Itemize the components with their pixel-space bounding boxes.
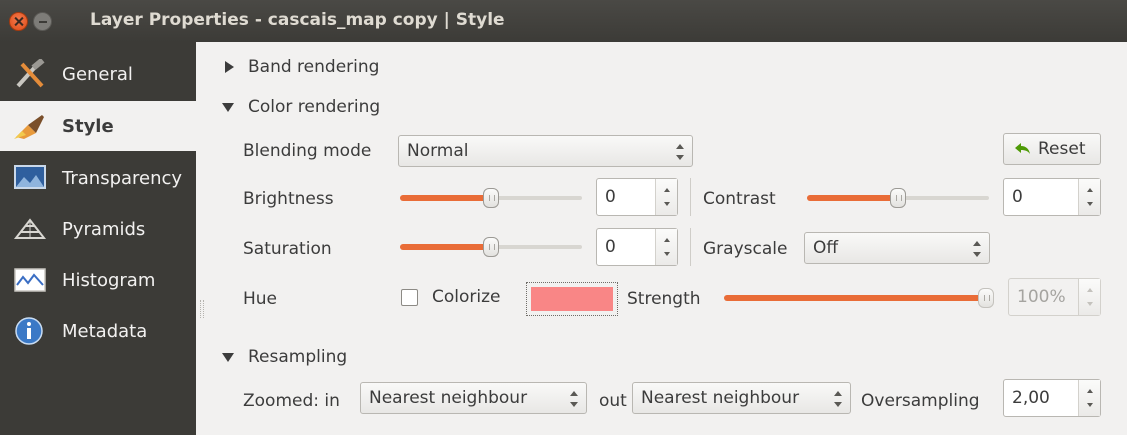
contrast-slider[interactable] [807, 188, 989, 208]
grayscale-value: Off [813, 238, 839, 258]
zoomed-in-value: Nearest neighbour [369, 388, 528, 408]
brightness-label: Brightness [243, 189, 334, 209]
zoomed-in-label: Zoomed: in [243, 391, 340, 411]
resampling-section-toggle[interactable]: Resampling [222, 347, 347, 367]
saturation-slider[interactable] [400, 237, 582, 257]
zoomed-in-resampling-select[interactable]: Nearest neighbour [360, 382, 587, 414]
oversampling-spinbox[interactable]: 2,00 [1003, 379, 1101, 417]
spin-arrows-icon[interactable] [1078, 179, 1100, 215]
oversampling-label: Oversampling [861, 391, 980, 411]
sidebar-item-histogram[interactable]: Histogram [0, 255, 196, 305]
colorize-label: Colorize [432, 287, 501, 307]
brightness-slider[interactable] [400, 188, 582, 208]
slider-fill [724, 295, 994, 301]
sidebar-item-label: Transparency [62, 167, 183, 189]
sidebar: General Style Transparency Pyramids Hist… [0, 42, 196, 435]
blending-mode-value: Normal [407, 141, 469, 161]
oversampling-value: 2,00 [1012, 388, 1050, 408]
blending-mode-select[interactable]: Normal [398, 135, 693, 167]
divider [690, 228, 691, 266]
strength-slider[interactable] [724, 288, 994, 308]
close-window-button[interactable] [9, 12, 28, 31]
transparency-icon [14, 165, 46, 189]
zoomed-out-label: out [599, 391, 627, 411]
collapse-arrow-icon [222, 352, 234, 362]
sidebar-item-label: Histogram [62, 269, 156, 291]
sidebar-item-general[interactable]: General [0, 49, 196, 99]
reset-button[interactable]: Reset [1003, 133, 1101, 165]
band-rendering-label: Band rendering [248, 57, 380, 77]
hue-label: Hue [243, 289, 278, 309]
select-arrows-icon [973, 241, 981, 257]
color-rendering-section-toggle[interactable]: Color rendering [222, 97, 380, 117]
slider-fill [400, 244, 491, 250]
grayscale-label: Grayscale [703, 239, 788, 259]
strength-label: Strength [627, 289, 701, 309]
slider-handle[interactable] [890, 188, 906, 208]
colorize-color-button[interactable] [526, 282, 618, 316]
spin-arrows-icon[interactable] [1078, 380, 1100, 416]
slider-handle[interactable] [483, 188, 499, 208]
contrast-label: Contrast [703, 189, 776, 209]
brightness-value: 0 [605, 187, 616, 207]
slider-fill [807, 195, 898, 201]
slider-handle[interactable] [483, 237, 499, 257]
strength-spinbox: 100% [1008, 278, 1101, 316]
sidebar-item-label: Style [62, 115, 114, 137]
sidebar-item-metadata[interactable]: Metadata [0, 306, 196, 356]
zoomed-out-value: Nearest neighbour [641, 388, 800, 408]
sidebar-item-label: General [62, 63, 133, 85]
spin-arrows-icon[interactable] [655, 229, 677, 265]
select-arrows-icon [834, 391, 842, 407]
spin-arrows-icon [1078, 279, 1100, 315]
pyramids-icon [13, 218, 47, 239]
sidebar-item-label: Metadata [62, 320, 148, 342]
resampling-label: Resampling [248, 347, 348, 367]
color-rendering-label: Color rendering [248, 97, 381, 117]
metadata-info-icon [15, 317, 43, 345]
colorize-checkbox[interactable] [401, 289, 418, 306]
saturation-label: Saturation [243, 239, 332, 259]
minimize-window-button[interactable] [33, 12, 52, 31]
sidebar-item-transparency[interactable]: Transparency [0, 153, 196, 203]
spin-arrows-icon[interactable] [655, 179, 677, 215]
window-titlebar: Layer Properties - cascais_map copy | St… [0, 0, 1127, 42]
contrast-value: 0 [1012, 187, 1023, 207]
color-swatch [531, 287, 613, 311]
select-arrows-icon [570, 391, 578, 407]
panel-splitter-handle[interactable] [200, 300, 204, 318]
reset-label: Reset [1038, 139, 1086, 159]
sidebar-item-label: Pyramids [62, 218, 146, 240]
histogram-icon [14, 268, 46, 292]
select-arrows-icon [676, 144, 684, 160]
expand-arrow-icon [225, 61, 234, 73]
brightness-spinbox[interactable]: 0 [596, 178, 678, 216]
reset-arrow-icon [1015, 143, 1030, 154]
general-tools-icon [16, 59, 45, 88]
zoomed-out-resampling-select[interactable]: Nearest neighbour [632, 382, 851, 414]
window-title: Layer Properties - cascais_map copy | St… [90, 10, 505, 30]
contrast-spinbox[interactable]: 0 [1003, 178, 1101, 216]
style-brush-icon [14, 115, 44, 139]
divider [690, 178, 691, 216]
blending-mode-label: Blending mode [243, 141, 372, 161]
collapse-arrow-icon [222, 102, 234, 112]
sidebar-item-pyramids[interactable]: Pyramids [0, 204, 196, 254]
saturation-spinbox[interactable]: 0 [596, 228, 678, 266]
slider-handle[interactable] [978, 288, 994, 308]
band-rendering-section-toggle[interactable]: Band rendering [225, 57, 379, 77]
sidebar-item-style[interactable]: Style [0, 101, 196, 151]
strength-value: 100% [1017, 287, 1066, 307]
grayscale-select[interactable]: Off [804, 232, 990, 264]
saturation-value: 0 [605, 237, 616, 257]
slider-fill [400, 195, 491, 201]
